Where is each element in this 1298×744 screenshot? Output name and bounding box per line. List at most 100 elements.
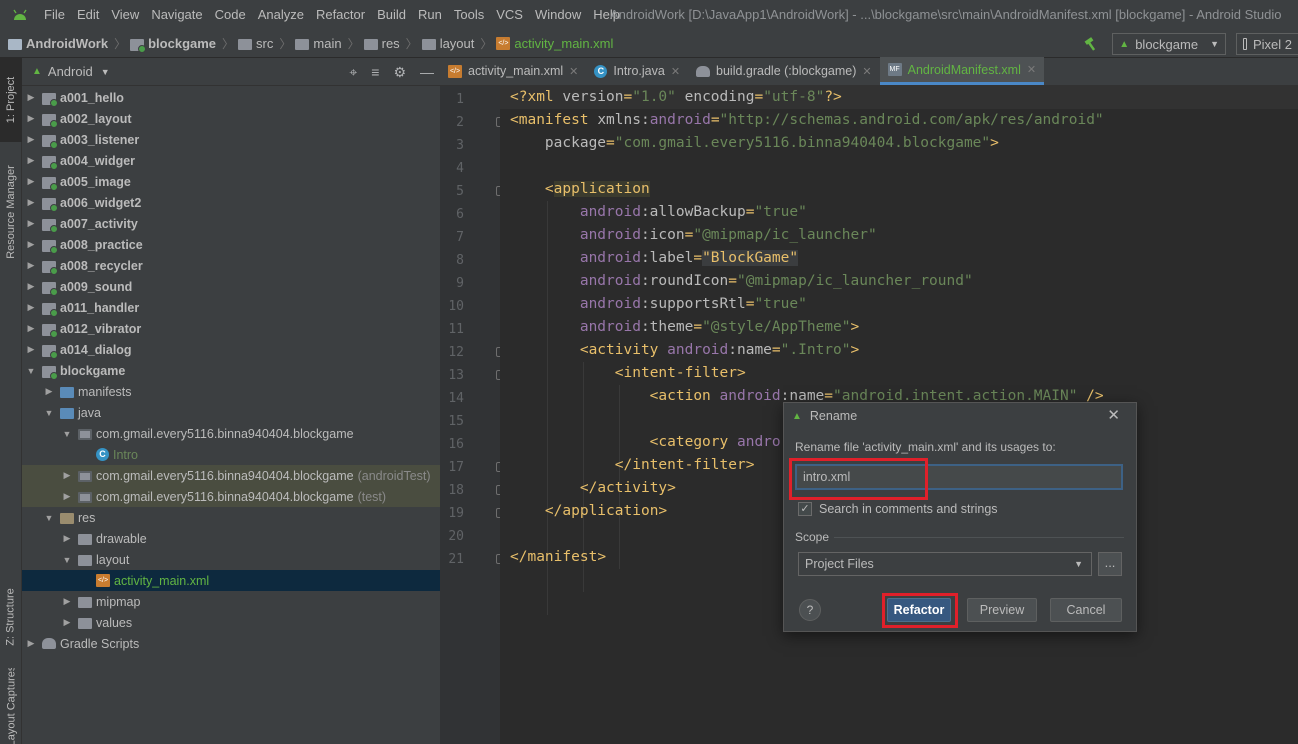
expand-down-icon[interactable]: ▼ bbox=[42, 408, 56, 418]
breadcrumb-item[interactable]: res 〉 bbox=[363, 35, 418, 52]
tab-intro-java[interactable]: C Intro.java ✕ bbox=[586, 57, 688, 85]
close-icon[interactable]: ✕ bbox=[1107, 406, 1120, 424]
tree-item[interactable]: </> activity_main.xml bbox=[22, 570, 440, 591]
close-icon[interactable]: ✕ bbox=[1027, 63, 1036, 76]
tree-item[interactable]: ▼ layout bbox=[22, 549, 440, 570]
tab-structure[interactable]: Z: Structure bbox=[0, 572, 22, 662]
menu-item-run[interactable]: Run bbox=[412, 0, 448, 30]
expand-right-icon[interactable]: ▶ bbox=[60, 491, 74, 502]
expand-right-icon[interactable]: ▶ bbox=[24, 638, 38, 649]
menu-item-edit[interactable]: Edit bbox=[71, 0, 105, 30]
tree-item[interactable]: ▼ java bbox=[22, 402, 440, 423]
tree-item[interactable]: ▶ a011_handler bbox=[22, 297, 440, 318]
tab-captures[interactable]: Layout Captures bbox=[0, 668, 22, 744]
breadcrumb-item[interactable]: src 〉 bbox=[238, 35, 291, 52]
expand-right-icon[interactable]: ▶ bbox=[24, 113, 38, 124]
collapse-all-icon[interactable]: ≡ bbox=[371, 64, 379, 80]
tree-item[interactable]: ▶ a012_vibrator bbox=[22, 318, 440, 339]
tree-item[interactable]: ▶ a003_listener bbox=[22, 129, 440, 150]
expand-down-icon[interactable]: ▼ bbox=[60, 555, 74, 565]
tree-item[interactable]: C Intro bbox=[22, 444, 440, 465]
close-icon[interactable]: ✕ bbox=[569, 65, 578, 78]
expand-right-icon[interactable]: ▶ bbox=[24, 239, 38, 250]
tree-item[interactable]: ▶ a009_sound bbox=[22, 276, 440, 297]
scope-more-button[interactable]: ... bbox=[1098, 552, 1122, 576]
tab-resource-manager[interactable]: Resource Manager bbox=[0, 152, 22, 272]
tree-item[interactable]: ▶ values bbox=[22, 612, 440, 633]
minimize-icon[interactable]: — bbox=[420, 64, 434, 80]
menu-item-file[interactable]: File bbox=[38, 0, 71, 30]
tree-item[interactable]: ▶ a008_recycler bbox=[22, 255, 440, 276]
tree-item[interactable]: ▶ com.gmail.every5116.binna940404.blockga… bbox=[22, 465, 440, 486]
expand-right-icon[interactable]: ▶ bbox=[24, 176, 38, 187]
tab-build-gradle-blockgame[interactable]: build.gradle (:blockgame) ✕ bbox=[688, 57, 880, 85]
tree-item[interactable]: ▶ Gradle Scripts bbox=[22, 633, 440, 654]
build-hammer-icon[interactable] bbox=[1084, 37, 1098, 51]
menu-item-analyze[interactable]: Analyze bbox=[252, 0, 310, 30]
breadcrumb-item[interactable]: AndroidWork 〉 bbox=[8, 35, 126, 52]
expand-down-icon[interactable]: ▼ bbox=[42, 513, 56, 523]
menu-item-refactor[interactable]: Refactor bbox=[310, 0, 371, 30]
breadcrumb-item[interactable]: blockgame 〉 bbox=[130, 35, 234, 53]
expand-right-icon[interactable]: ▶ bbox=[24, 92, 38, 103]
breadcrumb-item[interactable]: layout 〉 bbox=[421, 35, 492, 52]
expand-right-icon[interactable]: ▶ bbox=[24, 302, 38, 313]
tree-item[interactable]: ▶ a001_hello bbox=[22, 87, 440, 108]
preview-button[interactable]: Preview bbox=[967, 598, 1037, 622]
expand-right-icon[interactable]: ▶ bbox=[24, 218, 38, 229]
breadcrumb-item[interactable]: main 〉 bbox=[295, 35, 360, 52]
tree-item[interactable]: ▶ mipmap bbox=[22, 591, 440, 612]
menu-item-build[interactable]: Build bbox=[371, 0, 412, 30]
tab-androidmanifest-xml[interactable]: MF AndroidManifest.xml ✕ bbox=[879, 57, 1045, 85]
tree-item[interactable]: ▼ blockgame bbox=[22, 360, 440, 381]
expand-right-icon[interactable]: ▶ bbox=[60, 617, 74, 628]
gear-icon[interactable]: ⚙ bbox=[393, 64, 406, 81]
breadcrumb-item[interactable]: </> activity_main.xml bbox=[496, 36, 613, 51]
view-mode-select[interactable]: ▲ Android ▼ bbox=[32, 64, 110, 79]
expand-right-icon[interactable]: ▶ bbox=[24, 281, 38, 292]
expand-right-icon[interactable]: ▶ bbox=[24, 260, 38, 271]
chevron-right-icon: 〉 bbox=[114, 37, 127, 51]
expand-down-icon[interactable]: ▼ bbox=[24, 366, 38, 376]
expand-right-icon[interactable]: ▶ bbox=[24, 344, 38, 355]
menu-item-window[interactable]: Window bbox=[529, 0, 587, 30]
tree-item[interactable]: ▼ com.gmail.every5116.binna940404.blockga… bbox=[22, 423, 440, 444]
expand-right-icon[interactable]: ▶ bbox=[24, 197, 38, 208]
tree-item[interactable]: ▶ a006_widget2 bbox=[22, 192, 440, 213]
run-config-select[interactable]: ▲ blockgame ▼ bbox=[1112, 33, 1226, 55]
expand-right-icon[interactable]: ▶ bbox=[42, 386, 56, 397]
close-icon[interactable]: ✕ bbox=[671, 65, 680, 78]
menu-item-vcs[interactable]: VCS bbox=[490, 0, 529, 30]
code-line: </manifest> bbox=[510, 546, 606, 569]
tab-project[interactable]: 1: Project bbox=[0, 58, 22, 142]
expand-right-icon[interactable]: ▶ bbox=[24, 323, 38, 334]
locate-target-icon[interactable]: ⌖ bbox=[349, 64, 357, 81]
tree-item[interactable]: ▶ a008_practice bbox=[22, 234, 440, 255]
expand-right-icon[interactable]: ▶ bbox=[60, 470, 74, 481]
expand-right-icon[interactable]: ▶ bbox=[60, 533, 74, 544]
menu-item-view[interactable]: View bbox=[105, 0, 145, 30]
tree-item[interactable]: ▶ a002_layout bbox=[22, 108, 440, 129]
cancel-button[interactable]: Cancel bbox=[1050, 598, 1122, 622]
expand-right-icon[interactable]: ▶ bbox=[60, 596, 74, 607]
scope-select[interactable]: Project Files ▼ bbox=[798, 552, 1092, 576]
tree-item[interactable]: ▶ a004_widger bbox=[22, 150, 440, 171]
expand-right-icon[interactable]: ▶ bbox=[24, 155, 38, 166]
tab-activity-main-xml[interactable]: </> activity_main.xml ✕ bbox=[440, 57, 586, 85]
search-comments-checkbox[interactable]: ✓ Search in comments and strings bbox=[798, 502, 998, 516]
tree-item[interactable]: ▶ a007_activity bbox=[22, 213, 440, 234]
tree-item[interactable]: ▶ a005_image bbox=[22, 171, 440, 192]
menu-item-navigate[interactable]: Navigate bbox=[145, 0, 208, 30]
close-icon[interactable]: ✕ bbox=[862, 65, 871, 78]
tree-item[interactable]: ▶ a014_dialog bbox=[22, 339, 440, 360]
expand-down-icon[interactable]: ▼ bbox=[60, 429, 74, 439]
tree-item[interactable]: ▶ com.gmail.every5116.binna940404.blockga… bbox=[22, 486, 440, 507]
tree-item[interactable]: ▼ res bbox=[22, 507, 440, 528]
tree-item[interactable]: ▶ manifests bbox=[22, 381, 440, 402]
device-select[interactable]: Pixel 2 bbox=[1236, 33, 1298, 55]
menu-item-code[interactable]: Code bbox=[209, 0, 252, 30]
tree-item[interactable]: ▶ drawable bbox=[22, 528, 440, 549]
expand-right-icon[interactable]: ▶ bbox=[24, 134, 38, 145]
menu-item-tools[interactable]: Tools bbox=[448, 0, 490, 30]
help-button[interactable]: ? bbox=[799, 599, 821, 621]
